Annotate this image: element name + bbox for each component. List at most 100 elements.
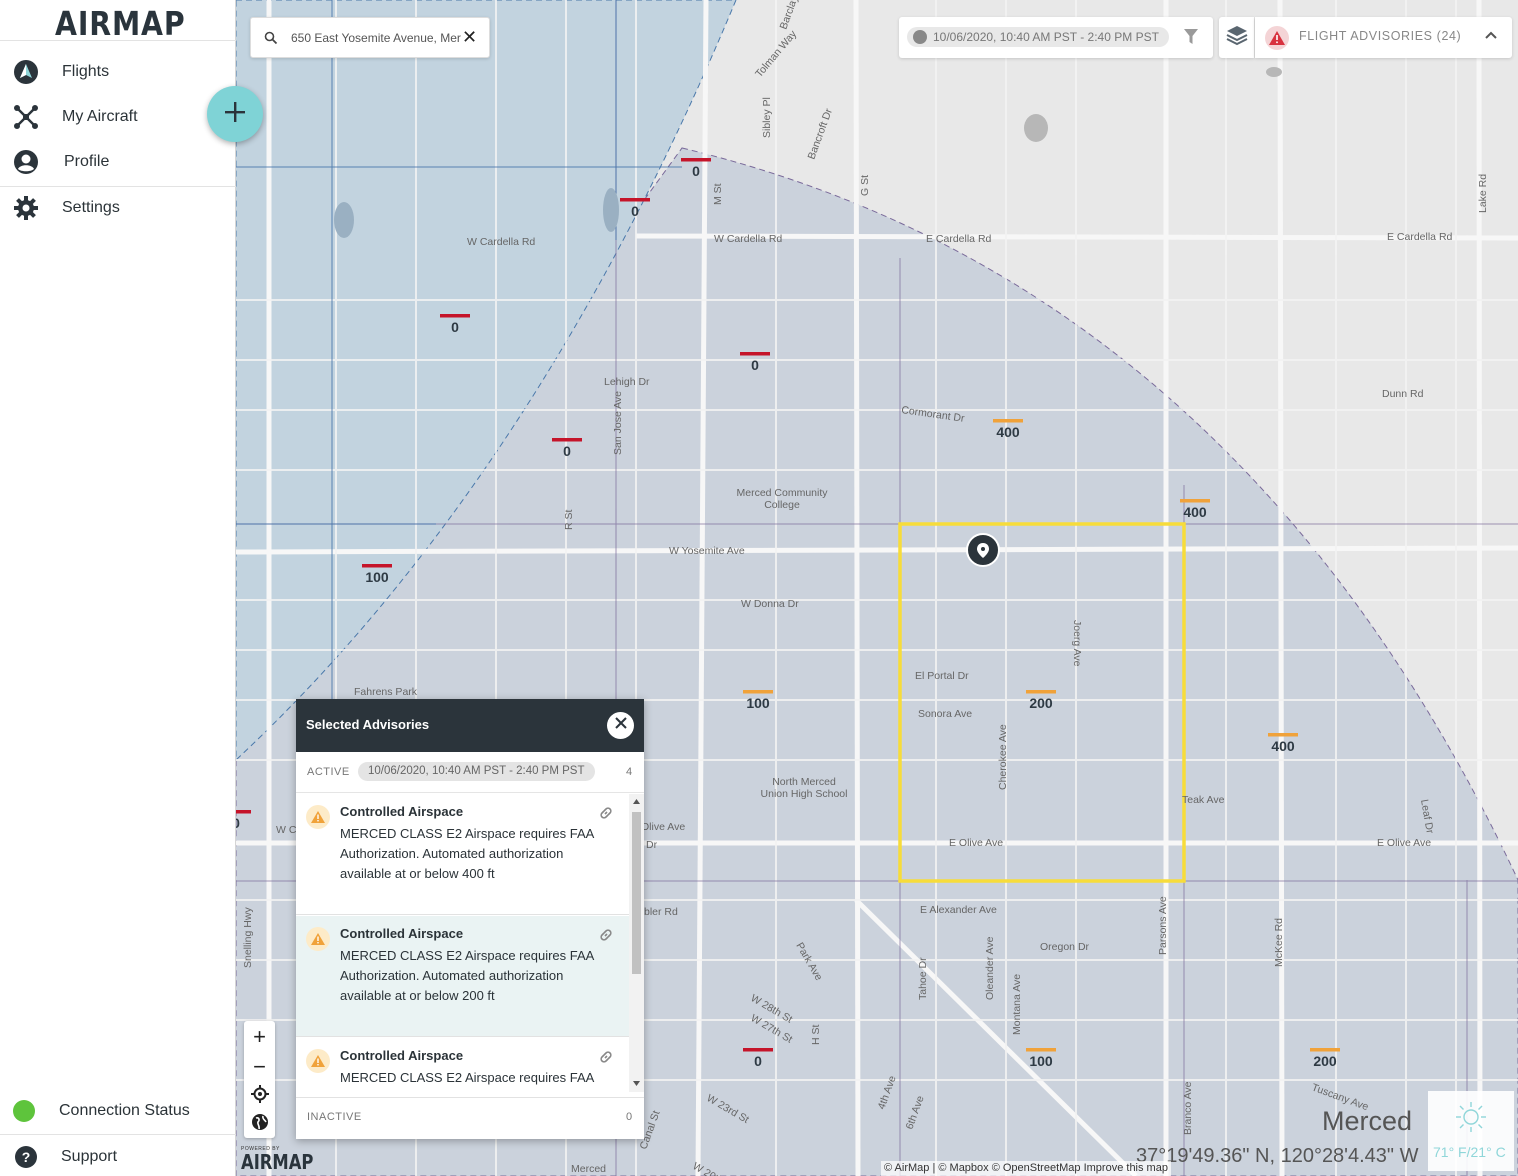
road-label: H St xyxy=(810,1024,822,1045)
road-label: Tahoe Dr xyxy=(917,957,929,1000)
clear-search-icon[interactable]: ✕ xyxy=(462,27,477,48)
sidebar-item-support[interactable]: ? Support xyxy=(0,1135,236,1176)
link-icon[interactable] xyxy=(598,927,614,948)
sidebar-item-settings[interactable]: Settings xyxy=(0,186,236,230)
plus-icon: + xyxy=(253,1023,266,1049)
flights-icon xyxy=(13,59,39,85)
road-label: W Cardella Rd xyxy=(714,233,782,245)
active-section-header[interactable]: ACTIVE 10/06/2020, 10:40 AM PST - 2:40 P… xyxy=(296,752,644,793)
advisory-title: Controlled Airspace xyxy=(340,1048,464,1063)
road-label: Montana Ave xyxy=(1011,974,1023,1035)
sidebar-item-connection-status[interactable]: Connection Status xyxy=(0,1089,236,1133)
svg-text:?: ? xyxy=(22,1149,31,1165)
altitude-limit-bar xyxy=(993,419,1023,423)
powered-by-airmap: POWERED BY AIRMAP xyxy=(241,1146,329,1172)
panel-title: Selected Advisories xyxy=(306,717,430,732)
road-label: Sonora Ave xyxy=(918,708,972,720)
road-label: E Cardella Rd xyxy=(1387,231,1453,243)
sidebar-item-label: Flights xyxy=(62,63,110,80)
drone-icon xyxy=(13,104,39,130)
altitude-limit-label: 0 xyxy=(631,203,639,219)
link-icon[interactable] xyxy=(598,1049,614,1070)
altitude-limit-label: 0 xyxy=(754,1053,762,1069)
zoom-out-button[interactable]: − xyxy=(244,1052,275,1081)
inactive-label: INACTIVE xyxy=(307,1111,362,1123)
layers-button[interactable] xyxy=(1219,17,1254,58)
advisory-card[interactable]: Controlled Airspace MERCED CLASS E2 Airs… xyxy=(296,916,629,1037)
locate-button[interactable] xyxy=(244,1081,275,1110)
help-icon: ? xyxy=(13,1144,39,1170)
road-label: Cherokee Ave xyxy=(997,724,1009,790)
altitude-limit-bar xyxy=(681,158,711,162)
globe-view-button[interactable] xyxy=(244,1109,275,1138)
sidebar-item-profile[interactable]: Profile xyxy=(0,140,236,184)
altitude-limit-bar xyxy=(1026,1048,1056,1052)
panel-header: Selected Advisories xyxy=(296,699,644,752)
search-box: ✕ xyxy=(250,17,490,58)
scrollbar-thumb[interactable] xyxy=(632,812,641,974)
add-flight-button[interactable] xyxy=(207,86,263,142)
active-label: ACTIVE xyxy=(307,766,350,778)
inactive-section-header[interactable]: INACTIVE 0 xyxy=(296,1097,644,1139)
city-label: Merced xyxy=(1322,1106,1413,1136)
sidebar-item-label: My Aircraft xyxy=(62,108,138,125)
altitude-limit-bar xyxy=(1310,1048,1340,1052)
minus-icon: − xyxy=(253,1053,266,1079)
location-pin-icon[interactable] xyxy=(966,533,1000,567)
powered-by-logo: AIRMAP xyxy=(241,1150,314,1174)
inactive-count: 0 xyxy=(626,1111,633,1123)
link-icon[interactable] xyxy=(598,805,614,826)
road-label: Union High School xyxy=(761,788,848,800)
flight-advisories-toggle[interactable]: FLIGHT ADVISORIES (24) xyxy=(1255,17,1512,58)
advisory-list-scrollbar[interactable] xyxy=(629,794,644,1092)
warning-icon xyxy=(1265,26,1289,50)
road-label: Dunn Rd xyxy=(1382,388,1424,400)
altitude-limit-label: 200 xyxy=(1029,695,1053,711)
pond-shape xyxy=(334,202,354,238)
time-filter-bar: 10/06/2020, 10:40 AM PST - 2:40 PM PST xyxy=(899,17,1213,58)
weather-widget[interactable]: 71° F/21° C xyxy=(1428,1091,1514,1171)
sidebar-item-flights[interactable]: Flights xyxy=(0,50,236,94)
sun-icon xyxy=(1455,1101,1487,1138)
road-label: Sibley Pl xyxy=(761,97,773,138)
chevron-up-icon xyxy=(1484,29,1498,48)
advisory-card[interactable]: Controlled Airspace MERCED CLASS E2 Airs… xyxy=(296,794,629,915)
advisory-card[interactable]: Controlled Airspace MERCED CLASS E2 Airs… xyxy=(296,1038,629,1092)
road-label: Teak Ave xyxy=(1182,794,1225,806)
road-label: M St xyxy=(712,183,724,205)
close-panel-button[interactable] xyxy=(607,712,634,739)
road-label: San Jose Ave xyxy=(612,391,624,455)
altitude-limit-bar xyxy=(236,810,251,814)
road-label: Merced Community xyxy=(736,487,828,499)
altitude-limit-bar xyxy=(743,1048,773,1052)
warning-icon xyxy=(306,1049,330,1073)
layers-icon xyxy=(1226,24,1248,51)
time-window-pill[interactable]: 10/06/2020, 10:40 AM PST - 2:40 PM PST xyxy=(907,27,1169,47)
advisory-body: MERCED CLASS E2 Airspace requires FAA Au… xyxy=(340,826,594,881)
zoom-in-button[interactable]: + xyxy=(244,1022,275,1051)
coordinates-readout: 37°19'49.36" N, 120°28'4.43" W xyxy=(1136,1145,1419,1167)
road-label: W Cardella Rd xyxy=(467,236,535,248)
filter-icon[interactable] xyxy=(1184,29,1198,50)
altitude-limit-label: 400 xyxy=(1271,738,1295,754)
road-label: W C xyxy=(276,824,297,836)
road-label: G St xyxy=(859,175,871,196)
road-label: Oleander Ave xyxy=(984,936,996,1000)
warning-icon xyxy=(306,927,330,951)
road-label: E Alexander Ave xyxy=(920,904,997,916)
road-label: Parsons Ave xyxy=(1157,896,1169,955)
sidebar-item-my-aircraft[interactable]: My Aircraft xyxy=(0,95,236,139)
sidebar-item-label: Connection Status xyxy=(59,1102,190,1119)
altitude-limit-bar xyxy=(440,314,470,318)
altitude-limit-bar xyxy=(743,690,773,694)
gear-icon xyxy=(13,195,39,221)
advisory-list: Controlled Airspace MERCED CLASS E2 Airs… xyxy=(296,794,629,1092)
sidebar: AIRMAP Flights My Aircraft Profile Setti… xyxy=(0,0,236,1176)
altitude-limit-bar xyxy=(552,438,582,442)
altitude-limit-label: 100 xyxy=(1029,1053,1053,1069)
advisory-body: MERCED CLASS E2 Airspace requires FAA Au… xyxy=(340,1070,594,1092)
search-input[interactable] xyxy=(291,28,461,48)
sidebar-item-label: Support xyxy=(61,1148,118,1165)
map-attribution[interactable]: © AirMap | © Mapbox © OpenStreetMap Impr… xyxy=(881,1161,1171,1176)
globe-icon xyxy=(251,1111,269,1137)
